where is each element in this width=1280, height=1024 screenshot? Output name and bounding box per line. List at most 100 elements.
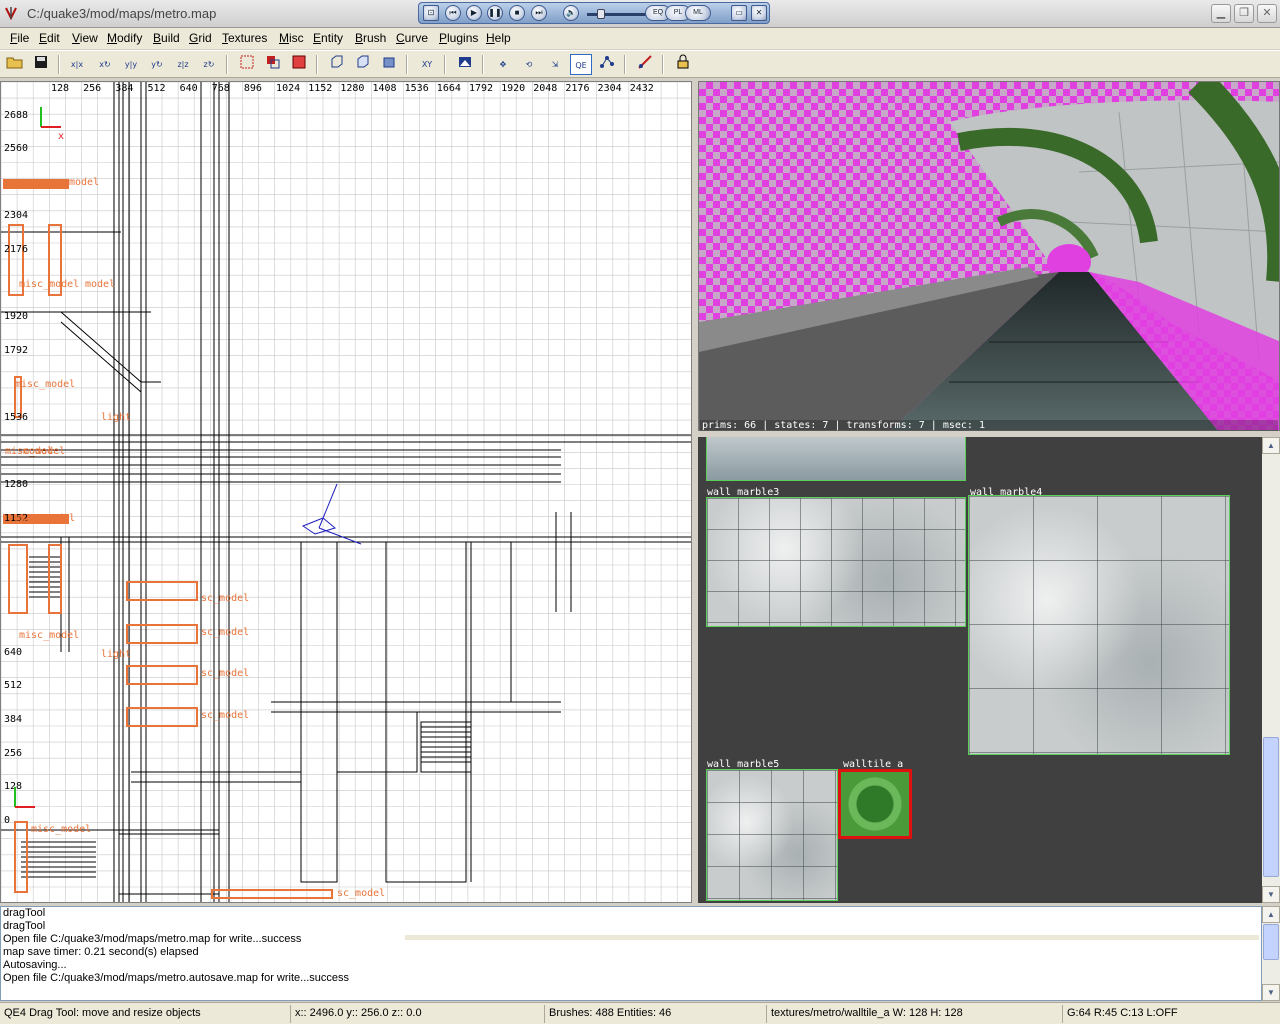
xy-grid-view[interactable]: 128 256 384 512 640 768 896 1024 1152 1280 1408 153… — [0, 81, 692, 903]
csg-merge-icon[interactable] — [378, 54, 400, 75]
scroll-up-icon[interactable]: ▲ — [1262, 906, 1280, 923]
media-prev-icon[interactable]: ⏮ — [445, 5, 461, 21]
console-line: dragTool — [3, 907, 46, 919]
scroll-thumb[interactable] — [1263, 737, 1279, 877]
console-line: dragTool — [3, 920, 46, 932]
radiant-editor-window: C:/quake3/mod/maps/metro.map ⊡ ⏮ ▶ ❚❚ ■ … — [0, 0, 1280, 1024]
flip-y-icon[interactable]: y|y — [120, 54, 142, 75]
menu-plugins[interactable]: Plugins — [439, 31, 478, 45]
media-next-icon[interactable]: ⏭ — [531, 5, 547, 21]
texture-tile-wall-marble4[interactable] — [968, 495, 1230, 755]
menu-grid[interactable]: Grid — [189, 31, 212, 45]
maximize-button[interactable]: ❐ — [1234, 4, 1254, 23]
axis-x-label: x — [58, 131, 64, 142]
toolbar-separator — [226, 55, 228, 74]
scroll-thumb[interactable] — [1263, 924, 1279, 960]
status-tool: QE4 Drag Tool: move and resize objects — [4, 1007, 201, 1019]
title-bar[interactable]: C:/quake3/mod/maps/metro.map ⊡ ⏮ ▶ ❚❚ ■ … — [0, 0, 1280, 28]
media-play-icon[interactable]: ▶ — [466, 5, 482, 21]
menu-edit[interactable]: Edit — [39, 31, 60, 45]
x-tick-label: 2304 — [598, 83, 622, 94]
rotate-icon[interactable]: ⟲ — [518, 54, 540, 75]
texture-view-icon[interactable] — [454, 54, 476, 75]
media-volume-icon[interactable]: 🔈 — [563, 5, 579, 21]
toolbar-separator — [316, 55, 318, 74]
grid-canvas[interactable]: 128 256 384 512 640 768 896 1024 1152 1280 1408 153… — [1, 82, 692, 903]
flip-x-icon[interactable]: x|x — [66, 54, 88, 75]
entity-label: sc_model — [201, 627, 249, 638]
media-ml-button[interactable]: ML — [685, 5, 711, 21]
lock-region-icon[interactable] — [672, 54, 694, 75]
media-menu-button[interactable]: ⊡ — [423, 5, 439, 21]
menu-bar: File Edit View Modify Build Grid Texture… — [0, 28, 1280, 49]
menu-curve[interactable]: Curve — [396, 31, 428, 45]
clipper-icon[interactable] — [634, 54, 656, 75]
texture-browser-scrollbar[interactable]: ▲ ▼ — [1262, 437, 1280, 903]
scroll-down-icon[interactable]: ▼ — [1262, 886, 1280, 903]
toolbar-separator — [406, 55, 408, 74]
csg-hollow-icon[interactable] — [352, 54, 374, 75]
x-tick-label: 1664 — [437, 83, 461, 94]
menu-build[interactable]: Build — [153, 31, 180, 45]
status-counts: Brushes: 488 Entities: 46 — [544, 1005, 766, 1023]
status-coordinates: x:: 2496.0 y:: 256.0 z:: 0.0 — [290, 1005, 544, 1023]
texture-tile-partial[interactable] — [706, 437, 966, 481]
rotate-z-icon[interactable]: z↻ — [198, 54, 220, 75]
menu-view[interactable]: View — [72, 31, 98, 45]
select-touching-icon[interactable] — [262, 54, 284, 75]
drag-move-icon[interactable]: ✥ — [492, 54, 514, 75]
close-button[interactable]: ✕ — [1257, 4, 1277, 23]
console-log[interactable]: dragTool dragTool Open file C:/quake3/mo… — [0, 906, 1262, 1001]
x-tick-label: 2048 — [533, 83, 557, 94]
y-tick-label: 1280 — [4, 479, 28, 490]
texture-tile-walltile-a-selected[interactable] — [838, 769, 912, 839]
menu-help[interactable]: Help — [486, 31, 511, 45]
console-line: Open file C:/quake3/mod/maps/metro.autos… — [3, 972, 350, 984]
save-icon[interactable] — [30, 54, 52, 75]
console-horizontal-scrollbar[interactable] — [405, 935, 1259, 940]
change-view-icon[interactable]: XY — [416, 54, 438, 75]
x-tick-label: 1152 — [308, 83, 332, 94]
select-partial-tall-icon[interactable] — [288, 54, 310, 75]
camera-3d-view[interactable] — [698, 81, 1280, 431]
flip-z-icon[interactable]: z|z — [172, 54, 194, 75]
toolbar-separator — [482, 55, 484, 74]
media-pause-icon[interactable]: ❚❚ — [487, 5, 503, 21]
minimize-button[interactable]: ▁ — [1211, 4, 1231, 23]
media-minimize-icon[interactable]: ▭ — [731, 5, 747, 21]
menu-textures[interactable]: Textures — [222, 31, 267, 45]
toolbar-separator — [58, 55, 60, 74]
csg-subtract-icon[interactable] — [326, 54, 348, 75]
texture-browser[interactable]: wall_marble3 wall_marble4 wall_marble5 w… — [698, 437, 1262, 903]
y-tick-label: 1792 — [4, 345, 28, 356]
camera-render — [699, 82, 1279, 430]
x-tick-label: 1408 — [373, 83, 397, 94]
rotate-x-icon[interactable]: x↻ — [94, 54, 116, 75]
scale-icon[interactable]: ⇲ — [544, 54, 566, 75]
qe-drag-tool-button[interactable]: QE — [570, 54, 592, 75]
texture-tile-wall-marble5[interactable] — [706, 769, 838, 901]
select-complete-tall-icon[interactable] — [236, 54, 258, 75]
menu-brush[interactable]: Brush — [355, 31, 386, 45]
media-close-icon[interactable]: ✕ — [751, 5, 767, 21]
x-tick-label: 256 — [83, 83, 101, 94]
x-tick-label: 1920 — [501, 83, 525, 94]
scroll-up-icon[interactable]: ▲ — [1262, 437, 1280, 454]
media-stop-icon[interactable]: ■ — [509, 5, 525, 21]
y-tick-label: 2176 — [4, 244, 28, 255]
x-tick-label: 896 — [244, 83, 262, 94]
menu-modify[interactable]: Modify — [107, 31, 142, 45]
texture-tile-wall-marble3[interactable] — [706, 497, 966, 627]
menu-file[interactable]: File — [10, 31, 29, 45]
scroll-down-icon[interactable]: ▼ — [1262, 984, 1280, 1001]
open-folder-icon[interactable] — [4, 54, 26, 75]
menu-entity[interactable]: Entity — [313, 31, 343, 45]
x-tick-label: 384 — [115, 83, 133, 94]
menu-misc[interactable]: Misc — [279, 31, 304, 45]
vertex-edit-icon[interactable] — [596, 54, 618, 75]
rotate-y-icon[interactable]: y↻ — [146, 54, 168, 75]
status-texture: textures/metro/walltile_a W: 128 H: 128 — [766, 1005, 1062, 1023]
volume-slider[interactable] — [597, 9, 605, 19]
y-tick-label: 2560 — [4, 143, 28, 154]
console-scrollbar[interactable]: ▲ ▼ — [1262, 906, 1280, 1001]
